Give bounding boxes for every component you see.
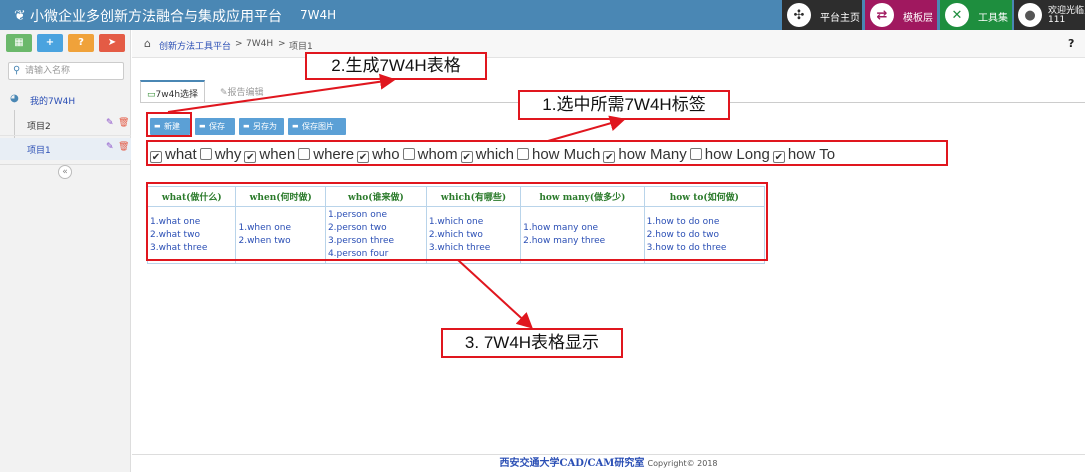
footer-copyright: Copyright© 2018	[647, 459, 718, 468]
footer-org: 西安交通大学CAD/CAM研究室	[499, 458, 645, 469]
arrow-to-generate	[167, 73, 396, 113]
annotation-arrows	[167, 73, 626, 329]
arrow-to-select	[547, 115, 626, 142]
footer: 西安交通大学CAD/CAM研究室 Copyright© 2018	[132, 454, 1085, 472]
arrow-to-display	[457, 259, 533, 329]
